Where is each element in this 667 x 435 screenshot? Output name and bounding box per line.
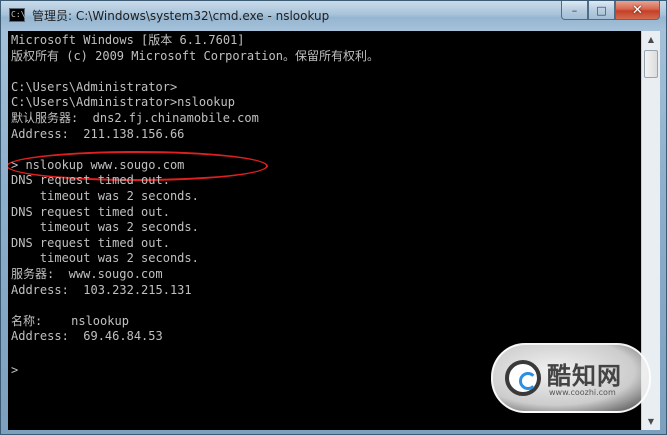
watermark: 酷知网 www.coozhi.com: [491, 343, 651, 413]
cmd-window: C:\ 管理员: C:\Windows\system32\cmd.exe - n…: [0, 0, 667, 435]
maximize-button[interactable]: □: [588, 1, 615, 20]
caption-buttons: – □ ✕: [561, 1, 660, 20]
console-line: Address: 69.46.84.53: [11, 329, 163, 344]
console-prompt[interactable]: >: [11, 363, 18, 377]
scroll-up-arrow-icon[interactable]: ▲: [643, 31, 659, 48]
cmd-icon[interactable]: C:\: [9, 8, 25, 22]
console-line: timeout was 2 seconds.: [11, 251, 199, 266]
console-line: 服务器: www.sougo.com: [11, 267, 163, 281]
scroll-thumb[interactable]: [644, 50, 658, 78]
console-line: 名称: nslookup: [11, 313, 129, 328]
title-bar[interactable]: C:\ 管理员: C:\Windows\system32\cmd.exe - n…: [1, 1, 666, 31]
watermark-name: 酷知网: [547, 362, 622, 390]
scroll-down-arrow-icon[interactable]: ▼: [643, 413, 659, 430]
console-line: DNS request timed out.: [11, 173, 170, 188]
window-title: 管理员: C:\Windows\system32\cmd.exe - nsloo…: [32, 9, 330, 23]
console-line: C:\Users\Administrator>: [11, 79, 178, 94]
console-line: 版权所有 (c) 2009 Microsoft Corporation。保留所有…: [11, 48, 379, 63]
close-button[interactable]: ✕: [615, 1, 660, 20]
console-line: Address: 103.232.215.131: [11, 282, 192, 297]
console-line: DNS request timed out.: [11, 204, 170, 219]
console-line: timeout was 2 seconds.: [11, 189, 199, 203]
watermark-url: www.coozhi.com: [549, 388, 616, 397]
minimize-button[interactable]: –: [561, 1, 588, 20]
console-line: 默认服务器: dns2.fj.chinamobile.com: [11, 111, 259, 125]
console-line: C:\Users\Administrator>nslookup: [11, 95, 235, 110]
console-line: Microsoft Windows [版本 6.1.7601]: [11, 33, 245, 47]
console-line: > nslookup www.sougo.com: [11, 157, 185, 172]
watermark-logo-icon: [505, 360, 541, 396]
console-line: Address: 211.138.156.66: [11, 126, 185, 141]
console-line: DNS request timed out.: [11, 235, 170, 250]
console-line: timeout was 2 seconds.: [11, 220, 199, 235]
